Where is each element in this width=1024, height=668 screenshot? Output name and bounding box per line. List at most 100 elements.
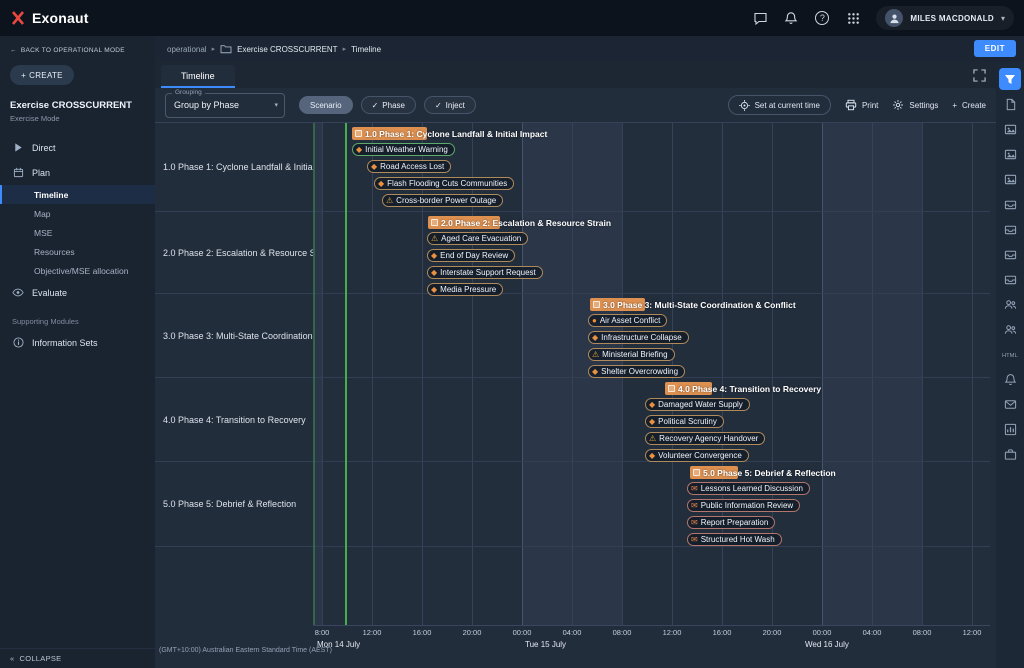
inject-chip[interactable]: ✉Structured Hot Wash xyxy=(687,533,782,546)
filter-chip-phase[interactable]: ✓Phase xyxy=(361,96,416,114)
inject-chip[interactable]: ●Air Asset Conflict xyxy=(588,314,667,327)
print-button[interactable]: Print xyxy=(845,99,878,111)
inject-chip[interactable]: ✉Public Information Review xyxy=(687,499,800,512)
fullscreen-icon[interactable] xyxy=(973,69,986,82)
diamond-icon: ◆ xyxy=(592,368,598,376)
time-tick-label: 12:00 xyxy=(957,628,987,637)
check-icon: ✓ xyxy=(435,101,442,110)
inject-chip[interactable]: ⚠Aged Care Evacuation xyxy=(427,232,528,245)
breadcrumb-timeline: Timeline xyxy=(351,45,381,54)
media-card-icon[interactable] xyxy=(999,118,1021,140)
filter-chip-scenario[interactable]: Scenario xyxy=(299,96,353,114)
gear-icon xyxy=(892,99,904,111)
user-menu[interactable]: MILES MACDONALD ▾ xyxy=(876,6,1014,30)
create-inject-button[interactable]: + Create xyxy=(952,101,986,110)
mail-icon[interactable] xyxy=(999,393,1021,415)
inject-chip[interactable]: ⚠Ministerial Briefing xyxy=(588,348,675,361)
inject-chip[interactable]: ◆Infrastructure Collapse xyxy=(588,331,689,344)
inject-chip[interactable]: ✉Report Preparation xyxy=(687,516,775,529)
inject-chip-label: End of Day Review xyxy=(440,251,508,260)
chart-icon[interactable] xyxy=(999,418,1021,440)
date-label: Wed 16 July xyxy=(805,640,849,649)
sidebar-item-plan[interactable]: Plan xyxy=(0,160,155,185)
sidebar-item-timeline[interactable]: Timeline xyxy=(0,185,155,204)
apps-grid-icon[interactable] xyxy=(845,10,861,26)
collapse-chevrons-icon: « xyxy=(10,654,14,663)
inject-chip[interactable]: ◆Shelter Overcrowding xyxy=(588,365,685,378)
inject-chip-label: Political Scrutiny xyxy=(658,417,717,426)
sidebar-item-mse[interactable]: MSE xyxy=(0,223,155,242)
drag-handle-icon xyxy=(593,301,600,308)
notifications-icon[interactable] xyxy=(999,368,1021,390)
gridline xyxy=(972,123,973,626)
gridline xyxy=(722,123,723,626)
phase-bar-label: 5.0 Phase 5: Debrief & Reflection xyxy=(703,466,836,479)
circle-icon: ● xyxy=(592,317,597,325)
edit-button[interactable]: EDIT xyxy=(974,40,1016,57)
inject-chip-label: Recovery Agency Handover xyxy=(659,434,758,443)
help-icon[interactable]: ? xyxy=(814,10,830,26)
inject-chip[interactable]: ◆Road Access Lost xyxy=(367,160,451,173)
inject-chip[interactable]: ◆Volunteer Convergence xyxy=(645,449,749,462)
document-icon[interactable] xyxy=(999,93,1021,115)
filter-icon[interactable] xyxy=(999,68,1021,90)
sidebar-item-information-sets[interactable]: Information Sets xyxy=(0,330,155,355)
inject-chip[interactable]: ◆Damaged Water Supply xyxy=(645,398,750,411)
inbox-tray-icon[interactable] xyxy=(999,193,1021,215)
inject-chip[interactable]: ◆Political Scrutiny xyxy=(645,415,724,428)
time-tick-label: 16:00 xyxy=(407,628,437,637)
html-icon[interactable]: HTML xyxy=(999,343,1021,365)
breadcrumb-exercise[interactable]: Exercise CROSSCURRENT xyxy=(237,45,337,54)
create-button[interactable]: + CREATE xyxy=(10,65,74,85)
plus-icon: + xyxy=(952,101,957,110)
tab-timeline[interactable]: Timeline xyxy=(161,65,235,88)
time-tick-label: 08:00 xyxy=(907,628,937,637)
media-card-icon-2[interactable] xyxy=(999,143,1021,165)
sidebar-item-objective-mse-allocation[interactable]: Objective/MSE allocation xyxy=(0,261,155,280)
users-icon[interactable] xyxy=(999,293,1021,315)
mail-icon: ✉ xyxy=(691,485,698,493)
briefcase-icon[interactable] xyxy=(999,443,1021,465)
settings-button[interactable]: Settings xyxy=(892,99,938,111)
users-icon-2[interactable] xyxy=(999,318,1021,340)
check-icon: ✓ xyxy=(372,101,379,110)
filter-chip-label: Inject xyxy=(446,101,465,110)
inject-chip[interactable]: ◆Media Pressure xyxy=(427,283,503,296)
timeline-toolbar: Grouping Group by Phase ▾ Scenario ✓Phase… xyxy=(155,88,996,122)
sidebar-item-map[interactable]: Map xyxy=(0,204,155,223)
gantt-grid[interactable]: 1.0 Phase 1: Cyclone Landfall & Initial … xyxy=(313,123,990,626)
inbox-tray-icon-2[interactable] xyxy=(999,218,1021,240)
time-tick-label: 00:00 xyxy=(507,628,537,637)
inbox-tray-icon-4[interactable] xyxy=(999,268,1021,290)
time-tick-label: 04:00 xyxy=(557,628,587,637)
inject-chip-label: Aged Care Evacuation xyxy=(441,234,521,243)
brand-logo[interactable]: Exonaut xyxy=(0,10,89,26)
inject-chip[interactable]: ⚠Cross-border Power Outage xyxy=(382,194,503,207)
inject-chip[interactable]: ◆Flash Flooding Cuts Communities xyxy=(374,177,514,190)
inject-chip[interactable]: ✉Lessons Learned Discussion xyxy=(687,482,810,495)
bell-icon[interactable] xyxy=(783,10,799,26)
time-tick-label: 04:00 xyxy=(857,628,887,637)
main-panel: Timeline Grouping Group by Phase ▾ Scena… xyxy=(155,62,996,668)
chat-icon[interactable] xyxy=(752,10,768,26)
sidebar-item-direct[interactable]: Direct xyxy=(0,135,155,160)
sidebar-item-evaluate[interactable]: Evaluate xyxy=(0,280,155,305)
inject-chip[interactable]: ◆End of Day Review xyxy=(427,249,515,262)
inbox-tray-icon-3[interactable] xyxy=(999,243,1021,265)
collapse-sidebar-button[interactable]: « COLLAPSE xyxy=(0,648,155,668)
plus-icon: + xyxy=(21,71,26,80)
set-at-current-time-button[interactable]: Set at current time xyxy=(728,95,831,115)
inject-chip[interactable]: ⚠Recovery Agency Handover xyxy=(645,432,765,445)
breadcrumb-operational[interactable]: operational xyxy=(167,45,207,54)
time-tick-label: 12:00 xyxy=(657,628,687,637)
media-card-icon-3[interactable] xyxy=(999,168,1021,190)
sidebar-item-resources[interactable]: Resources xyxy=(0,242,155,261)
grouping-select[interactable]: Grouping Group by Phase ▾ xyxy=(165,93,285,118)
diamond-icon: ◆ xyxy=(649,401,655,409)
inject-chip-label: Ministerial Briefing xyxy=(602,350,667,359)
inject-chip[interactable]: ◆Initial Weather Warning xyxy=(352,143,455,156)
back-to-operational-mode-link[interactable]: ← BACK TO OPERATIONAL MODE xyxy=(0,36,155,54)
filter-chip-inject[interactable]: ✓ Inject xyxy=(424,96,476,114)
inject-chip[interactable]: ◆Interstate Support Request xyxy=(427,266,543,279)
exercise-start-line xyxy=(313,123,315,626)
